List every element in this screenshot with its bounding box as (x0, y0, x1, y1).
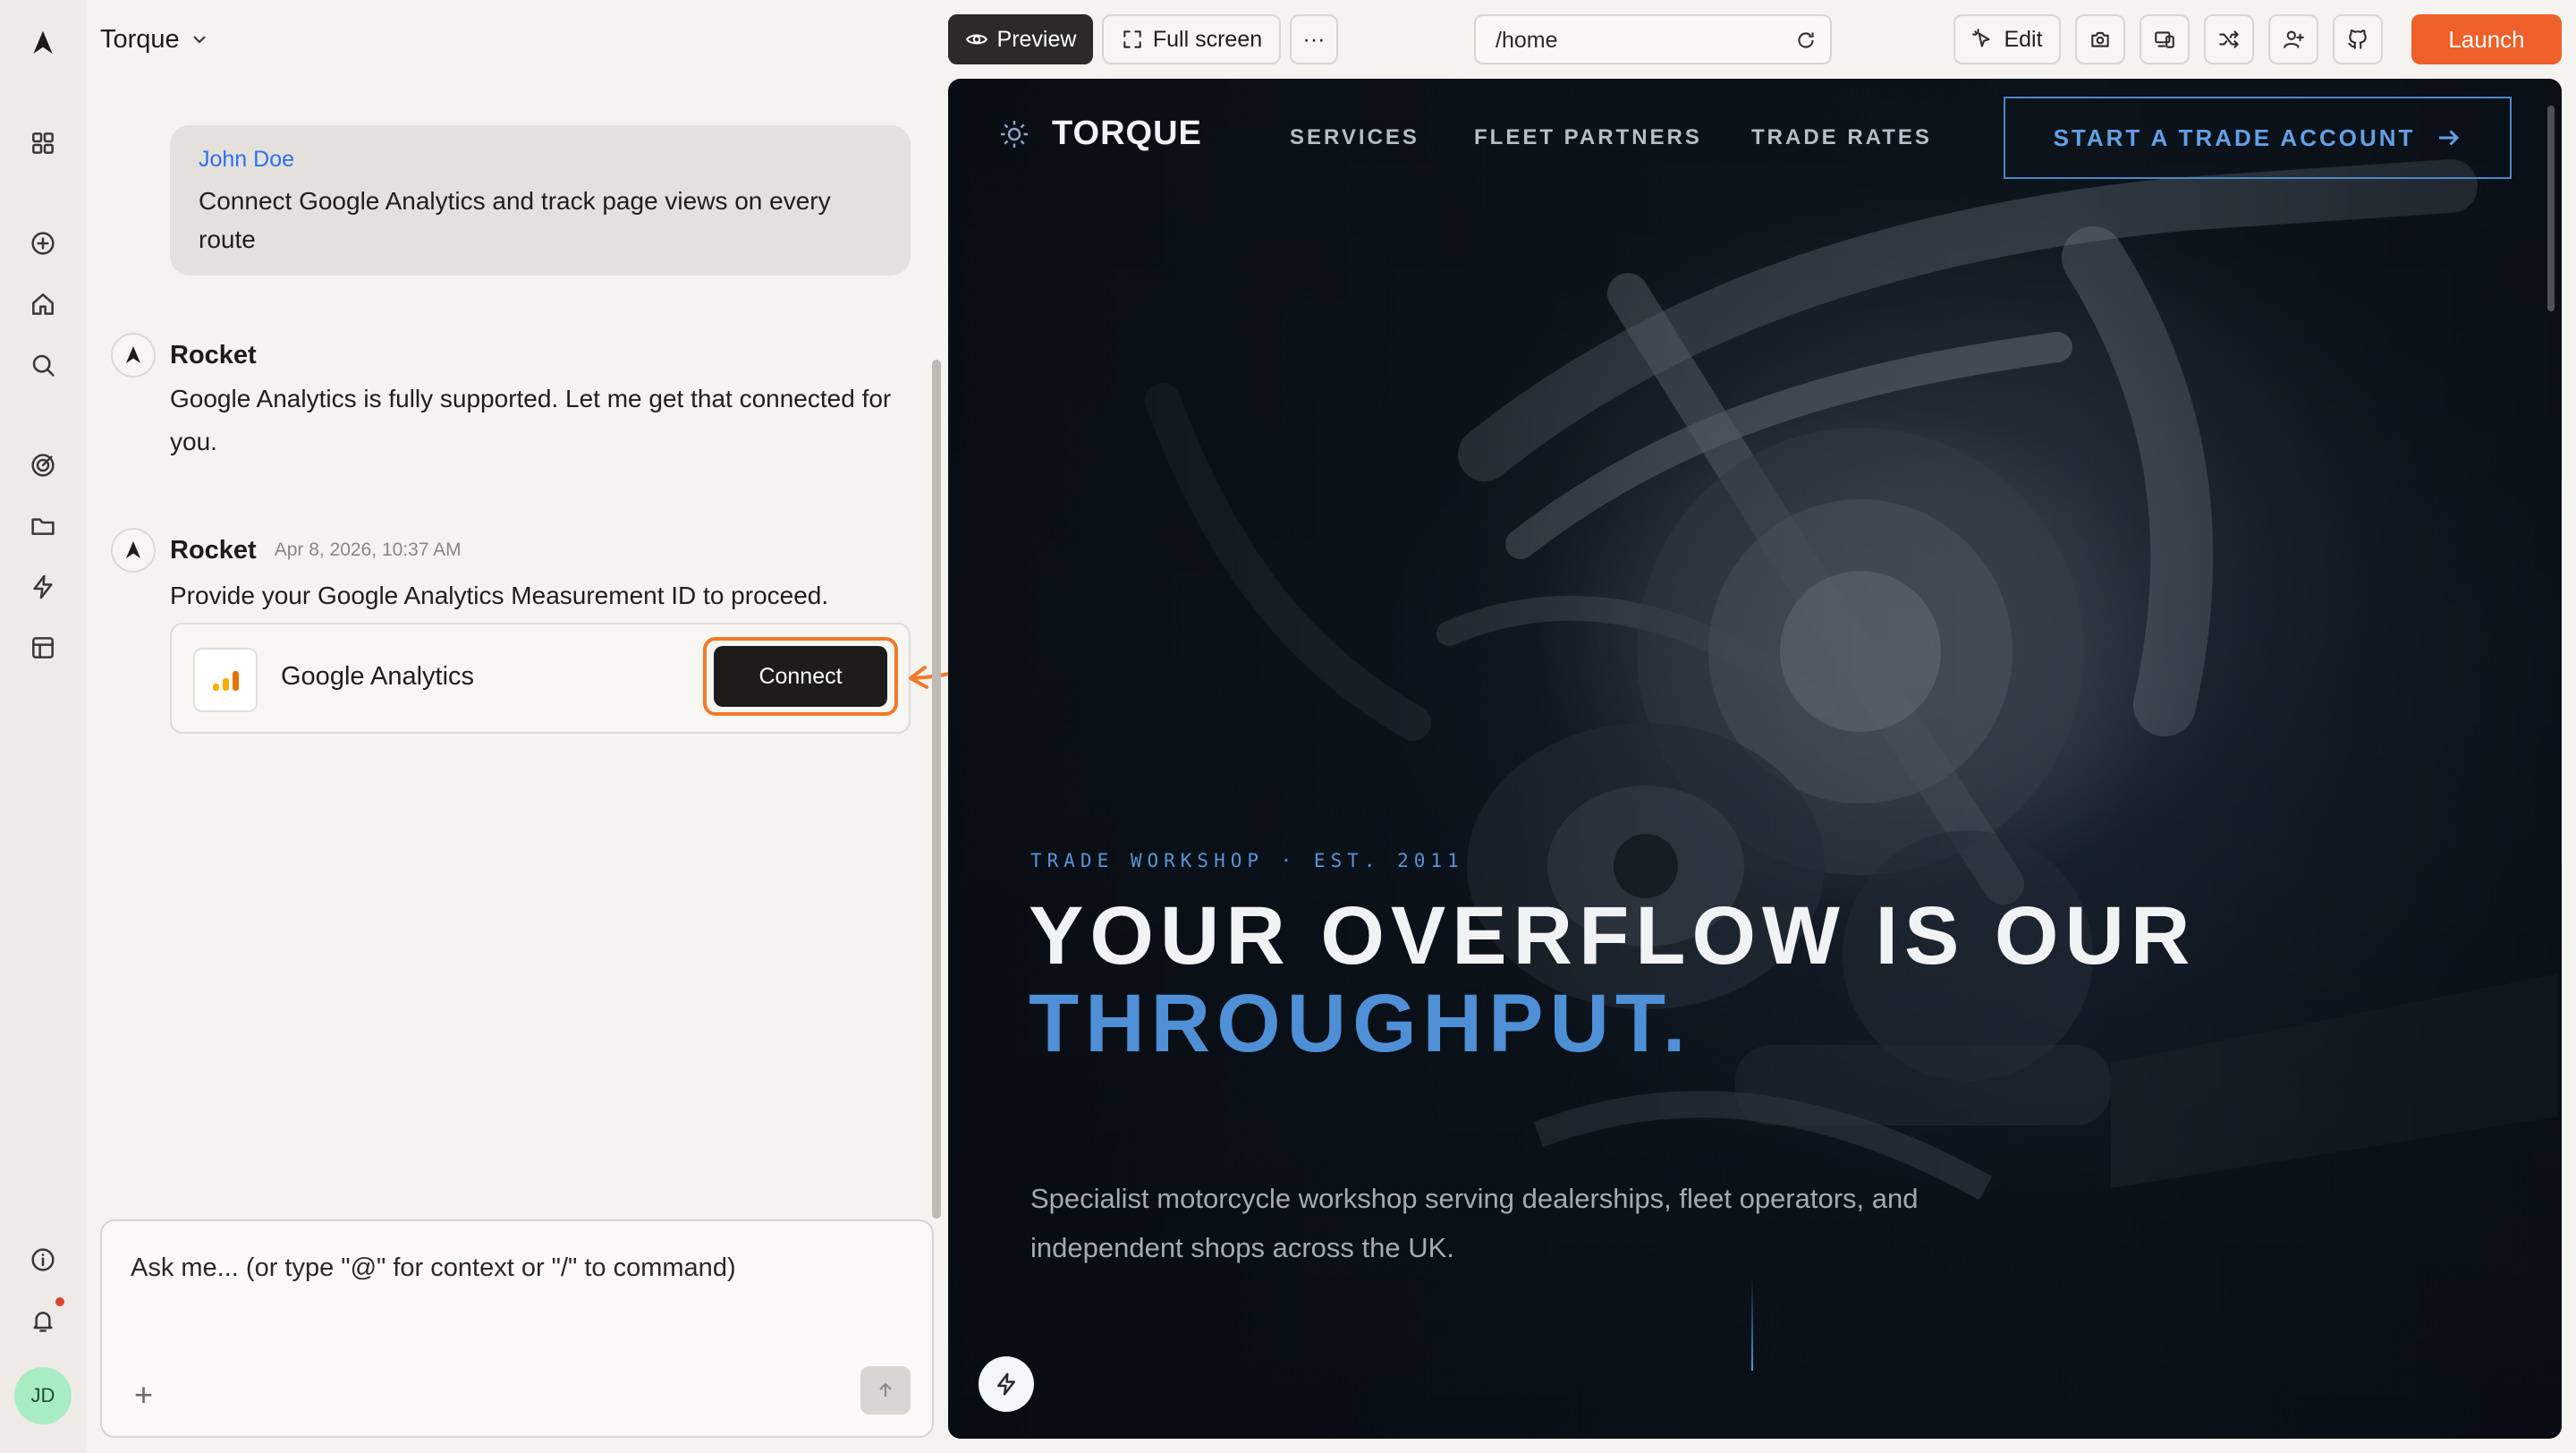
pointer-click-icon (1972, 29, 1990, 47)
send-button[interactable] (860, 1366, 911, 1415)
rocket-avatar-icon (111, 333, 156, 378)
preview-scrollbar[interactable] (2547, 106, 2555, 311)
preview-button[interactable]: Preview (948, 14, 1093, 64)
user-plus-icon (2284, 30, 2304, 48)
arrow-up-icon (879, 1382, 892, 1397)
nav-fleet-partners[interactable]: FLEET PARTNERS (1474, 125, 1702, 150)
screenshot-button[interactable] (2075, 14, 2125, 64)
start-trade-account-button[interactable]: START A TRADE ACCOUNT (2004, 97, 2512, 179)
edit-label: Edit (2004, 26, 2043, 52)
bot-message-text: Provide your Google Analytics Measuremen… (170, 582, 829, 609)
search-icon[interactable] (21, 344, 64, 387)
more-options-button[interactable]: ··· (1290, 14, 1338, 64)
bot-message-text: Google Analytics is fully supported. Let… (170, 385, 892, 455)
site-logo[interactable]: TORQUE (998, 115, 1202, 153)
integration-name: Google Analytics (281, 662, 475, 691)
lightning-icon[interactable] (21, 565, 64, 608)
chevron-down-icon (192, 36, 206, 44)
nav-trade-rates[interactable]: TRADE RATES (1751, 125, 1932, 150)
devices-icon (2155, 31, 2174, 48)
bot-message-author: Rocket (170, 340, 257, 370)
avatar-initials: JD (30, 1384, 55, 1406)
invite-user-button[interactable] (2268, 14, 2318, 64)
bot-message: Rocket Google Analytics is fully support… (111, 333, 916, 463)
bot-message-author: Rocket (170, 535, 257, 565)
shuffle-icon (2219, 30, 2239, 48)
chat-input[interactable]: Ask me... (or type "@" for context or "/… (131, 1253, 736, 1283)
layout-icon[interactable] (21, 626, 64, 669)
fullscreen-label: Full screen (1152, 26, 1263, 52)
url-bar[interactable]: /home (1474, 14, 1832, 64)
target-icon[interactable] (21, 444, 64, 487)
left-rail: JD (0, 0, 86, 1453)
shuffle-button[interactable] (2204, 14, 2254, 64)
gear-icon (1001, 120, 1028, 148)
github-button[interactable] (2333, 14, 2383, 64)
hero-eyebrow: TRADE WORKSHOP · EST. 2011 (1030, 850, 1464, 871)
rocket-logo-icon[interactable] (21, 21, 64, 64)
expand-icon (1123, 30, 1141, 48)
folder-icon[interactable] (21, 505, 64, 548)
user-message: John Doe Connect Google Analytics and tr… (170, 125, 911, 276)
more-label: ··· (1302, 26, 1326, 52)
scroll-indicator (1751, 1278, 1753, 1371)
rocket-avatar-icon (111, 528, 156, 573)
arrow-right-icon (2439, 130, 2460, 146)
user-avatar[interactable]: JD (14, 1367, 72, 1424)
edit-button[interactable]: Edit (1953, 14, 2061, 64)
camera-icon (2091, 31, 2109, 47)
url-text: /home (1496, 28, 1558, 53)
home-icon[interactable] (21, 283, 64, 326)
connect-button[interactable]: Connect (714, 646, 887, 707)
info-icon[interactable] (21, 1238, 64, 1281)
hero-headline-accent: THROUGHPUT. (1029, 978, 1692, 1069)
quick-action-button[interactable] (979, 1356, 1034, 1412)
user-message-text: Connect Google Analytics and track page … (199, 187, 831, 253)
new-task-icon[interactable] (21, 222, 64, 265)
apps-grid-icon[interactable] (21, 122, 64, 165)
bot-message-timestamp: Apr 8, 2026, 10:37 AM (274, 540, 462, 560)
google-analytics-icon (193, 648, 258, 712)
chat-scrollbar[interactable] (932, 360, 941, 1219)
user-message-author: John Doe (199, 147, 295, 172)
preview-label: Preview (996, 26, 1077, 52)
site-preview[interactable]: TORQUE SERVICES FLEET PARTNERS TRADE RAT… (948, 79, 2562, 1439)
notification-dot (55, 1297, 64, 1306)
site-brand: TORQUE (1052, 115, 1202, 152)
lightning-icon (997, 1372, 1015, 1396)
add-attachment-button[interactable]: + (134, 1379, 153, 1411)
devices-button[interactable] (2140, 14, 2190, 64)
hero-headline: YOUR OVERFLOW IS OUR (1029, 890, 2197, 981)
reload-icon[interactable] (1794, 29, 1818, 52)
hero-subtext: Specialist motorcycle workshop serving d… (1030, 1183, 1919, 1263)
nav-services[interactable]: SERVICES (1290, 125, 1419, 150)
chat-composer[interactable]: Ask me... (or type "@" for context or "/… (100, 1219, 934, 1438)
project-name: Torque (100, 24, 180, 54)
cta-label: START A TRADE ACCOUNT (2053, 123, 2416, 151)
eye-icon (965, 34, 987, 45)
bot-message: Rocket Apr 8, 2026, 10:37 AM Provide you… (111, 528, 916, 617)
launch-button[interactable]: Launch (2411, 14, 2562, 64)
fullscreen-button[interactable]: Full screen (1102, 14, 1281, 64)
github-icon (2348, 30, 2367, 49)
project-switcher[interactable]: Torque (100, 20, 210, 59)
